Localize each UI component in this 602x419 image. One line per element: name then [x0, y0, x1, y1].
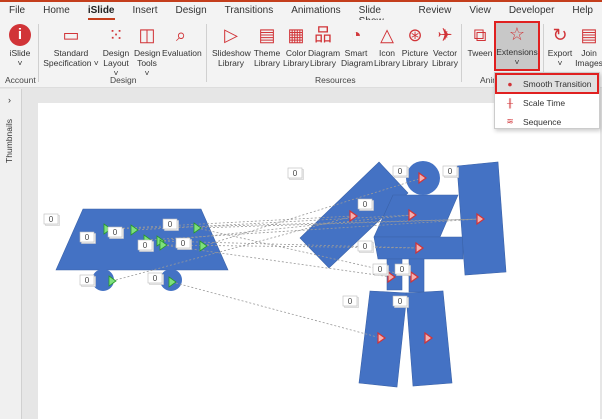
- standard-specification-button[interactable]: ▭ Standard Specification ˅: [42, 24, 100, 68]
- badge-number: 0: [143, 241, 148, 250]
- specification-icon: ▭: [62, 25, 80, 45]
- vector-library-button[interactable]: ✈ Vector Library: [430, 24, 460, 68]
- tab-transitions[interactable]: Transitions: [216, 2, 283, 20]
- divider: [206, 24, 207, 82]
- evaluation-button[interactable]: ⌕ Evaluation: [162, 24, 202, 58]
- tab-developer[interactable]: Developer: [500, 2, 564, 20]
- menu-item-smooth-transition[interactable]: ● Smooth Transition: [495, 73, 599, 94]
- export-button[interactable]: ↻ Export ˅: [546, 24, 574, 68]
- tab-slide-show[interactable]: Slide Show: [350, 2, 410, 27]
- menu-item-sequence[interactable]: ≋ Sequence: [497, 113, 597, 130]
- picture-library-button[interactable]: ⊛ Picture Library: [400, 24, 430, 68]
- islide-account-button[interactable]: i iSlide ˅: [6, 24, 34, 68]
- grid-icon: ⁙: [108, 25, 124, 45]
- design-layout-button[interactable]: ⁙ Design Layout ˅: [101, 24, 131, 78]
- badge-number: 0: [49, 215, 54, 224]
- diagram-icon: 品: [314, 25, 332, 45]
- smooth-transition-icon: ●: [507, 78, 513, 89]
- tab-view[interactable]: View: [460, 2, 500, 20]
- star-icon: ☆: [508, 24, 526, 44]
- slideshow-icon: ▷: [224, 25, 238, 45]
- sequence-icon: ≋: [506, 116, 514, 126]
- design-tools-button[interactable]: ◫ Design Tools ˅: [134, 24, 160, 78]
- ribbon-tabs: File Home iSlide Insert Design Transitions Ani…: [0, 2, 602, 27]
- color-icon: ▦: [287, 25, 305, 45]
- join-images-icon: ▤: [580, 25, 598, 45]
- smart-diagram-icon: ◔: [350, 25, 362, 45]
- tab-help[interactable]: Help: [563, 2, 602, 20]
- menu-item-scale-time[interactable]: ╫ Scale Time: [497, 94, 597, 111]
- badge-number: 0: [448, 167, 453, 176]
- slide-canvas[interactable]: 0 0 0 0 0 0 0 0 0 0 0 0 0 0 0 0 0: [38, 103, 600, 419]
- tab-home[interactable]: Home: [34, 2, 79, 20]
- tween-button[interactable]: ⧉ Tween: [467, 24, 493, 58]
- extensions-dropdown-menu: ● Smooth Transition ╫ Scale Time ≋ Sequence: [494, 72, 600, 129]
- extensions-button[interactable]: ☆ Extensions ˅: [494, 21, 540, 71]
- color-library-button[interactable]: ▦ Color Library: [281, 24, 311, 68]
- islide-logo-icon: i: [9, 24, 31, 46]
- evaluation-icon: ⌕: [175, 25, 187, 45]
- badge-number: 0: [363, 242, 368, 251]
- badge-number: 0: [400, 265, 405, 274]
- group-label-resources: Resources: [315, 75, 356, 85]
- badge-number: 0: [113, 228, 118, 237]
- slideshow-library-button[interactable]: ▷ Slideshow Library: [212, 24, 251, 68]
- badge-number: 0: [153, 274, 158, 283]
- badge-number: 0: [348, 297, 353, 306]
- divider: [38, 24, 39, 82]
- tween-icon: ⧉: [473, 25, 487, 45]
- icon-library-button[interactable]: △ Icon Library: [372, 24, 402, 68]
- thumbnails-pane[interactable]: › Thumbnails: [0, 89, 22, 419]
- theme-library-button[interactable]: ▤ Theme Library: [252, 24, 282, 68]
- tab-design[interactable]: Design: [167, 2, 216, 20]
- smart-diagram-library-button[interactable]: ◔ Smart Diagram: [341, 24, 373, 68]
- tab-animations[interactable]: Animations: [282, 2, 349, 20]
- badge-number: 0: [378, 265, 383, 274]
- tab-review[interactable]: Review: [410, 2, 461, 20]
- badge-number: 0: [168, 220, 173, 229]
- vector-icon: ✈: [437, 25, 453, 45]
- scale-time-icon: ╫: [506, 97, 514, 108]
- badge-number: 0: [85, 233, 90, 242]
- badge-number: 0: [181, 239, 186, 248]
- tab-file[interactable]: File: [0, 2, 34, 20]
- badge-number: 0: [398, 167, 403, 176]
- badge-number: 0: [363, 200, 368, 209]
- tab-insert[interactable]: Insert: [124, 2, 167, 20]
- group-label-design: Design: [110, 75, 137, 85]
- divider: [461, 24, 462, 82]
- diagram-library-button[interactable]: 品 Diagram Library: [308, 24, 340, 68]
- tab-islide[interactable]: iSlide: [79, 2, 124, 20]
- layout-icon: ◫: [138, 25, 156, 45]
- chevron-right-icon[interactable]: ›: [8, 95, 11, 105]
- join-images-button[interactable]: ▤ Join Images: [575, 24, 602, 68]
- group-label-account: Account: [5, 75, 36, 85]
- badge-number: 0: [85, 276, 90, 285]
- picture-icon: ⊛: [407, 25, 423, 45]
- icon-icon: △: [380, 25, 394, 45]
- badge-number: 0: [398, 297, 403, 306]
- export-icon: ↻: [552, 25, 568, 45]
- theme-icon: ▤: [258, 25, 276, 45]
- badge-number: 0: [293, 169, 298, 178]
